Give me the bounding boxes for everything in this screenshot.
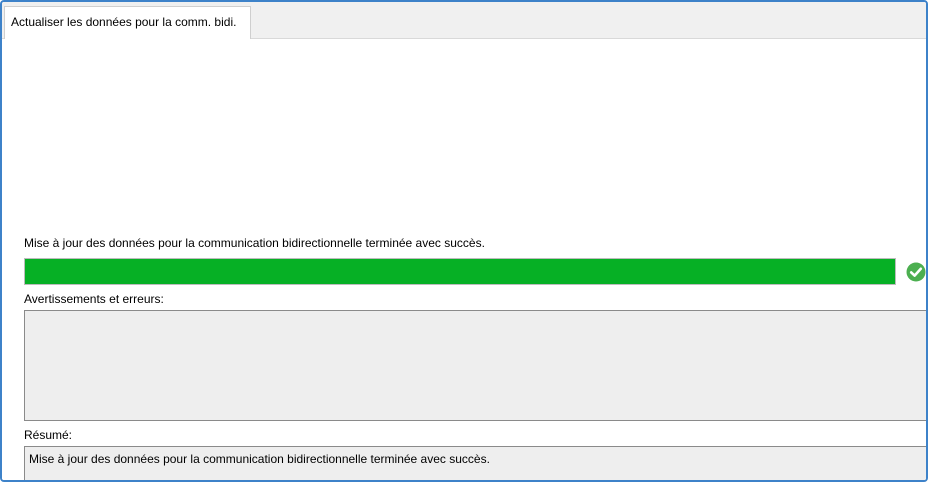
status-message: Mise à jour des données pour la communic… — [24, 236, 485, 250]
window-frame: Actualiser les données pour la comm. bid… — [0, 0, 928, 482]
progress-bar — [24, 258, 896, 285]
progress-bar-fill — [25, 259, 895, 284]
warnings-label: Avertissements et erreurs: — [24, 292, 164, 306]
tab-update-bidi-data[interactable]: Actualiser les données pour la comm. bid… — [4, 6, 252, 39]
check-circle-icon — [906, 262, 926, 282]
summary-textbox[interactable]: Mise à jour des données pour la communic… — [24, 446, 926, 480]
tab-panel: Mise à jour des données pour la communic… — [2, 39, 926, 480]
summary-label: Résumé: — [24, 428, 73, 442]
warnings-textbox[interactable] — [24, 310, 926, 421]
tab-strip: Actualiser les données pour la comm. bid… — [2, 2, 926, 39]
